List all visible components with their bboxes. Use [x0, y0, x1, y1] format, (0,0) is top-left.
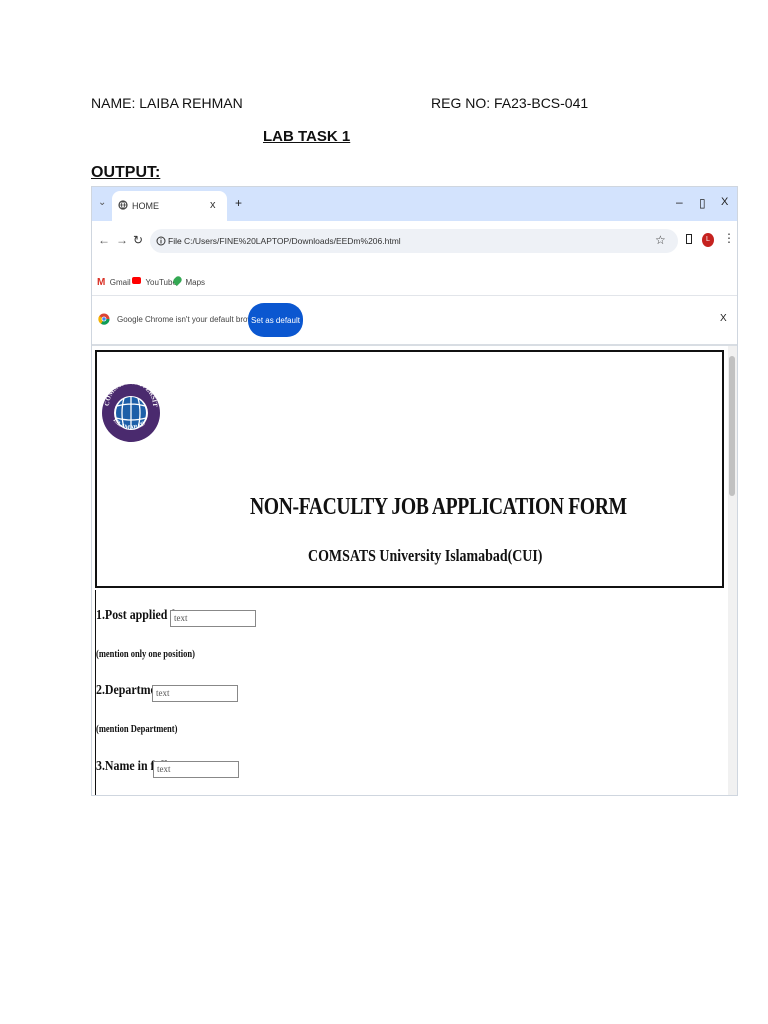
- form-subtitle: COMSATS University Islamabad(CUI): [308, 546, 543, 565]
- profile-avatar[interactable]: L: [702, 233, 714, 247]
- menu-kebab-icon[interactable]: ⋮: [723, 231, 735, 245]
- infobar-close-icon[interactable]: X: [720, 313, 727, 324]
- tab-title: HOME: [132, 201, 159, 211]
- youtube-icon: [132, 277, 141, 285]
- form-body: 1.Post applied for text (mention only on…: [95, 590, 725, 795]
- url-text[interactable]: C:/Users/FINE%20LAPTOP/Downloads/EEDm%20…: [184, 236, 401, 246]
- toolbar: ← → ↻ File C:/Users/FINE%20LAPTOP/Downlo…: [92, 221, 737, 261]
- url-scheme-label: File: [168, 236, 182, 246]
- restore-button[interactable]: ▯: [699, 196, 706, 210]
- minimize-button[interactable]: –: [676, 195, 683, 209]
- form-title: NON-FACULTY JOB APPLICATION FORM: [250, 494, 627, 520]
- tab-close-icon[interactable]: x: [210, 199, 216, 211]
- tab-strip: ⌄ HOME x + – ▯ X: [92, 187, 737, 221]
- reload-icon[interactable]: ↻: [133, 233, 143, 247]
- bookmark-star-icon[interactable]: ☆: [655, 233, 666, 247]
- output-label: OUTPUT:: [91, 164, 161, 181]
- student-name: NAME: LAIBA REHMAN: [91, 95, 243, 111]
- post-applied-note: (mention only one position): [96, 649, 195, 660]
- bookmarks-bar: M Gmail YouTube Maps: [92, 261, 737, 296]
- browser-window: ⌄ HOME x + – ▯ X ← → ↻ File C:/Users/FIN…: [91, 186, 738, 796]
- side-panel-icon[interactable]: [686, 234, 692, 244]
- back-icon[interactable]: ←: [98, 233, 110, 247]
- tab-search-icon[interactable]: ⌄: [98, 197, 106, 208]
- close-window-button[interactable]: X: [721, 196, 728, 208]
- tab-home[interactable]: HOME x: [112, 191, 227, 221]
- page-scrollbar[interactable]: [728, 346, 737, 795]
- bookmark-maps[interactable]: Maps: [171, 272, 205, 290]
- department-note: (mention Department): [96, 724, 178, 735]
- globe-icon: [118, 200, 128, 210]
- chrome-icon: [98, 313, 110, 325]
- page-viewport: COMSATS UNIVERSITY ISLAMABAD NON-FACULTY…: [92, 346, 737, 795]
- bookmark-gmail[interactable]: M Gmail: [97, 272, 131, 290]
- lab-title: LAB TASK 1: [263, 128, 351, 145]
- department-input[interactable]: text: [152, 685, 238, 702]
- infobar-message: Google Chrome isn't your default browser: [117, 315, 265, 324]
- form-header: COMSATS UNIVERSITY ISLAMABAD NON-FACULTY…: [95, 350, 724, 588]
- new-tab-button[interactable]: +: [235, 196, 242, 210]
- post-applied-input[interactable]: text: [170, 610, 256, 627]
- maps-icon: [171, 275, 184, 287]
- gmail-icon: M: [97, 277, 106, 288]
- forward-icon[interactable]: →: [116, 233, 128, 247]
- set-as-default-button[interactable]: Set as default: [248, 303, 303, 337]
- full-name-input[interactable]: text: [153, 761, 239, 778]
- default-browser-infobar: Google Chrome isn't your default browser…: [92, 296, 737, 346]
- scrollbar-thumb[interactable]: [729, 356, 735, 496]
- info-icon[interactable]: [156, 236, 166, 246]
- registration-number: REG NO: FA23-BCS-041: [431, 95, 589, 111]
- bookmark-youtube[interactable]: YouTube: [132, 272, 177, 290]
- address-bar[interactable]: File C:/Users/FINE%20LAPTOP/Downloads/EE…: [150, 229, 678, 253]
- comsats-logo: COMSATS UNIVERSITY ISLAMABAD: [101, 358, 160, 442]
